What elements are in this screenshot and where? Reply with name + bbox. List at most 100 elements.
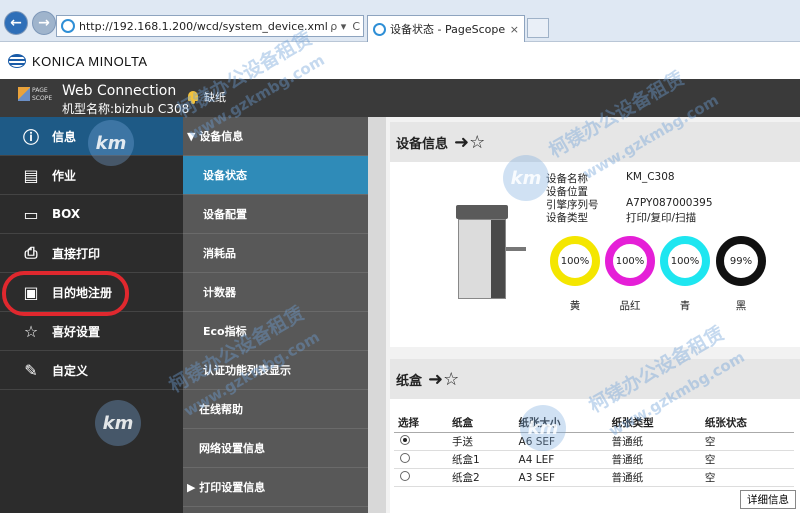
menu-item-box[interactable]: ▭ BOX	[0, 195, 183, 234]
toner-cyan-gauge: 100%	[660, 236, 710, 286]
search-dropdown-icon[interactable]: ρ ▾	[327, 20, 349, 33]
type-cell: 普通纸	[607, 450, 701, 469]
type-cell: 普通纸	[607, 432, 701, 451]
tray-cell: 手送	[448, 432, 515, 451]
browser-toolbar: ← → http://192.168.1.200/wcd/system_devi…	[0, 0, 800, 42]
ie-icon	[61, 19, 75, 33]
submenu-label: 设备配置	[203, 208, 247, 221]
brand-name: KONICA MINOLTA	[32, 53, 148, 69]
new-tab-button[interactable]	[527, 18, 549, 38]
submenu-item-eco[interactable]: Eco指标	[183, 312, 368, 351]
toner-label: 黄	[569, 300, 581, 312]
tray-table: 选择 纸盒 纸张大小 纸张类型 纸张状态 手送 A6 SEF 普通纸 空 纸盒1…	[394, 413, 794, 487]
sub-menu: ▼ 设备信息 设备状态 设备配置 消耗品 计数器 Eco指标 认证功能列表显示 …	[183, 117, 368, 513]
toner-level: 100%	[615, 255, 645, 267]
refresh-icon[interactable]: C	[349, 20, 363, 33]
address-bar[interactable]: http://192.168.1.200/wcd/system_device.x…	[56, 15, 364, 37]
toner-label: 黑	[735, 300, 747, 312]
info-value: KM_C308	[626, 171, 675, 183]
info-value: 打印/复印/扫描	[626, 212, 697, 224]
menu-label: 作业	[52, 168, 77, 183]
status-cell: 空	[700, 468, 794, 487]
direct-print-icon: ⎙	[24, 243, 38, 262]
submenu-label: 在线帮助	[199, 403, 243, 416]
submenu-item-consumables[interactable]: 消耗品	[183, 234, 368, 273]
tray-radio[interactable]	[400, 435, 410, 445]
column-header: 纸盒	[448, 413, 515, 433]
toner-level: 100%	[670, 255, 700, 267]
tray-heading: 纸盒 ➜☆	[390, 359, 800, 399]
brand-bar: KONICA MINOLTA	[0, 43, 800, 79]
ie-tab-icon	[373, 22, 386, 36]
table-header-row: 选择 纸盒 纸张大小 纸张类型 纸张状态	[394, 413, 794, 433]
customize-icon: ✎	[24, 360, 38, 380]
status-cell: 空	[700, 432, 794, 451]
tab-close-icon[interactable]: ×	[505, 23, 524, 36]
tray-radio[interactable]	[400, 453, 410, 463]
menu-item-direct-print[interactable]: ⎙ 直接打印	[0, 234, 183, 273]
printer-image	[456, 205, 526, 300]
toner-magenta-gauge: 100%	[605, 236, 655, 286]
status-cell: 空	[700, 450, 794, 469]
submenu-item-device-status[interactable]: 设备状态	[183, 156, 368, 195]
submenu-label: 设备状态	[203, 169, 247, 182]
back-button[interactable]: ←	[4, 11, 28, 35]
submenu-label: 网络设置信息	[199, 442, 265, 455]
bell-icon	[186, 90, 200, 104]
column-header: 纸张状态	[700, 413, 794, 433]
toner-label: 品红	[619, 300, 641, 312]
red-highlight-circle	[2, 271, 129, 316]
main-content: 设备信息 ➜☆ 设备名称 KM_C308 设备位置 引擎序列号 A7PY0870…	[386, 117, 800, 513]
menu-label: 直接打印	[52, 246, 101, 261]
tray-radio[interactable]	[400, 471, 410, 481]
toner-level: 99%	[729, 255, 753, 267]
table-row: 纸盒1 A4 LEF 普通纸 空	[394, 450, 794, 469]
device-info-heading: 设备信息 ➜☆	[390, 122, 800, 162]
submenu-item-counter[interactable]: 计数器	[183, 273, 368, 312]
back-arrow-icon: ←	[10, 15, 22, 31]
logo-line-2: SCOPE	[32, 95, 53, 102]
alert-text: 缺纸	[204, 91, 226, 104]
submenu-group-device-info[interactable]: ▼ 设备信息	[183, 117, 368, 156]
section-title: 纸盒	[396, 373, 423, 389]
info-icon: ⓘ	[22, 128, 39, 147]
size-cell: A6 SEF	[514, 432, 608, 451]
browser-tab[interactable]: 设备状态 - PageScope W... ×	[367, 15, 525, 42]
table-row: 纸盒2 A3 SEF 普通纸 空	[394, 468, 794, 487]
toner-label: 青	[679, 300, 691, 312]
menu-item-job[interactable]: ▤ 作业	[0, 156, 183, 195]
toner-black-gauge: 99%	[716, 236, 766, 286]
column-header: 纸张类型	[607, 413, 701, 433]
job-icon: ▤	[23, 165, 39, 185]
tray-cell: 纸盒1	[448, 450, 515, 469]
info-label: 设备类型	[546, 212, 588, 224]
menu-item-customize[interactable]: ✎ 自定义	[0, 351, 183, 390]
type-cell: 普通纸	[607, 468, 701, 487]
star-arrow-icon: ➜☆	[454, 131, 486, 153]
address-url[interactable]: http://192.168.1.200/wcd/system_device.x…	[79, 20, 327, 33]
submenu-item-auth-list[interactable]: 认证功能列表显示	[183, 351, 368, 390]
toner-yellow-gauge: 100%	[550, 236, 600, 286]
menu-item-favorites[interactable]: ☆ 喜好设置	[0, 312, 183, 351]
column-header: 选择	[394, 413, 449, 433]
size-cell: A3 SEF	[514, 468, 608, 487]
submenu-item-online-help[interactable]: 在线帮助	[183, 390, 368, 429]
star-arrow-icon: ➜☆	[428, 368, 460, 390]
info-value: A7PY087000395	[626, 197, 713, 209]
pagescope-logo: PAGE SCOPE	[18, 85, 58, 111]
submenu-label: 认证功能列表显示	[203, 364, 291, 377]
submenu-item-network-settings[interactable]: 网络设置信息	[183, 429, 368, 468]
submenu-group-print-settings[interactable]: ▶ 打印设置信息	[183, 468, 368, 507]
size-cell: A4 LEF	[514, 450, 608, 469]
submenu-label: ▼ 设备信息	[187, 130, 244, 143]
submenu-label: Eco指标	[203, 325, 247, 338]
details-button[interactable]: 详细信息	[740, 490, 796, 509]
tab-title: 设备状态 - PageScope W...	[390, 23, 505, 36]
menu-label: 自定义	[52, 363, 89, 378]
paper-out-alert[interactable]: 缺纸	[186, 89, 226, 105]
menu-item-info[interactable]: ⓘ 信息	[0, 117, 183, 156]
submenu-item-device-config[interactable]: 设备配置	[183, 195, 368, 234]
logo-line-1: PAGE	[32, 87, 48, 94]
forward-button[interactable]: →	[32, 11, 56, 35]
konica-minolta-logo-icon	[8, 54, 26, 68]
